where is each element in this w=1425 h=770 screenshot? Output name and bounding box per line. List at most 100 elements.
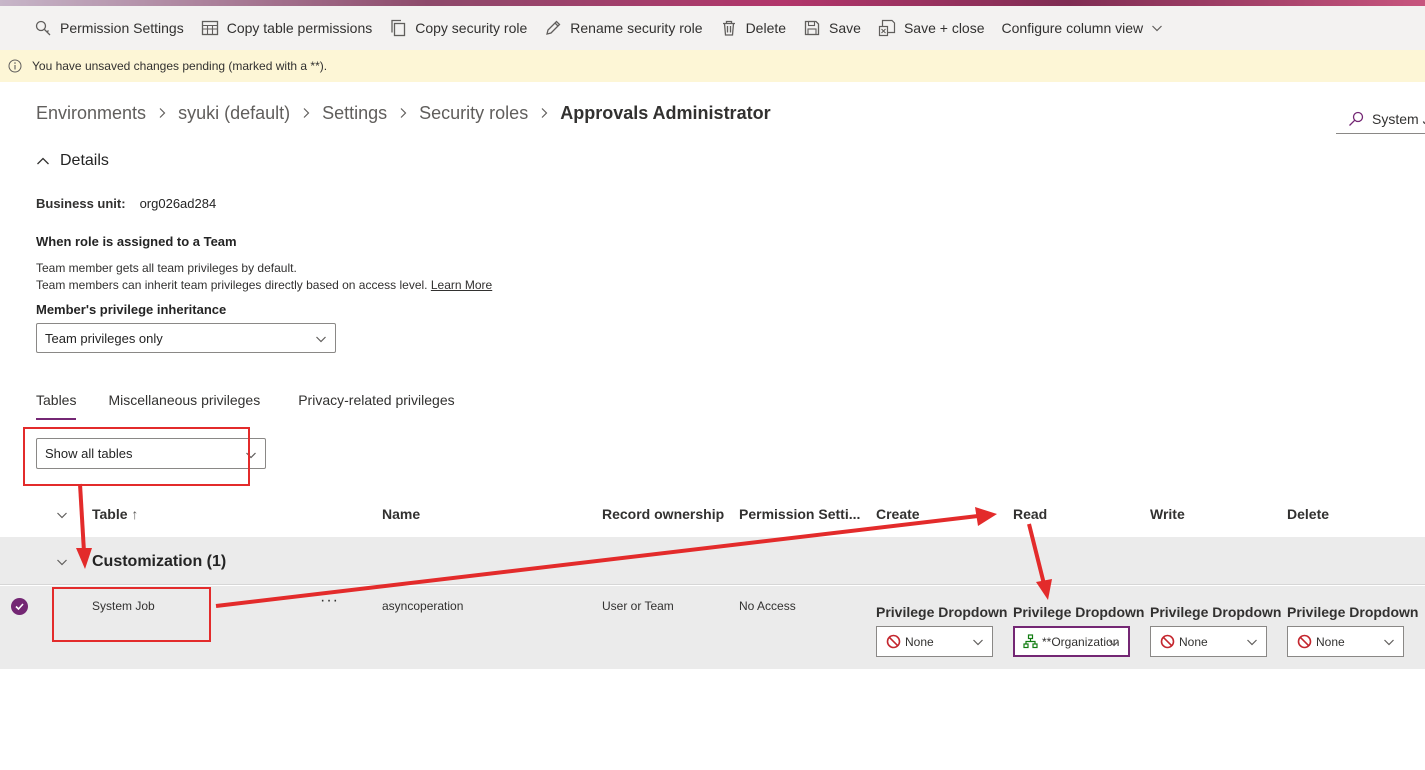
delete-privilege-value: None — [1316, 634, 1345, 649]
collapse-all-icon[interactable] — [56, 509, 68, 521]
details-toggle[interactable]: Details — [36, 152, 109, 170]
permission-settings-icon — [35, 20, 51, 36]
chevron-right-icon — [400, 108, 407, 118]
chevron-down-icon — [316, 336, 326, 343]
create-privilege-dropdown[interactable]: None — [876, 626, 993, 657]
inheritance-dropdown[interactable]: Team privileges only — [36, 323, 336, 353]
configure-column-view-label: Configure column view — [1001, 20, 1144, 36]
breadcrumb-settings[interactable]: Settings — [322, 103, 387, 124]
column-delete[interactable]: Delete — [1287, 506, 1329, 522]
row-permission-setting: No Access — [739, 599, 796, 613]
no-access-icon — [1160, 634, 1175, 649]
chevron-down-icon — [1152, 25, 1163, 32]
inheritance-label: Member's privilege inheritance — [36, 302, 227, 317]
write-privilege-label: Privilege Dropdown — [1150, 604, 1282, 620]
unsaved-changes-banner: You have unsaved changes pending (marked… — [0, 50, 1425, 82]
table-icon — [201, 20, 218, 36]
tab-miscellaneous-privileges[interactable]: Miscellaneous privileges — [108, 392, 260, 420]
column-create[interactable]: Create — [876, 506, 920, 522]
team-desc-line-2: Team members can inherit team privileges… — [36, 278, 428, 292]
delete-privilege-dropdown[interactable]: None — [1287, 626, 1404, 657]
chevron-down-icon — [1384, 639, 1394, 646]
chevron-down-icon — [973, 639, 983, 646]
team-assignment-title: When role is assigned to a Team — [36, 234, 237, 249]
column-name[interactable]: Name — [382, 506, 420, 522]
business-unit: Business unit: org026ad284 — [36, 196, 216, 211]
search-text: System J — [1372, 110, 1425, 127]
chevron-down-icon — [57, 559, 67, 566]
delete-label: Delete — [745, 20, 787, 36]
annotation-box-filter — [23, 427, 250, 486]
write-privilege: Privilege Dropdown None — [1150, 604, 1282, 657]
group-header[interactable]: Customization (1) — [0, 537, 1425, 585]
row-record-ownership: User or Team — [602, 599, 674, 613]
save-icon — [804, 20, 820, 36]
write-privilege-value: None — [1179, 634, 1208, 649]
permission-settings-label: Permission Settings — [60, 20, 184, 36]
breadcrumb-environment[interactable]: syuki (default) — [178, 103, 290, 124]
breadcrumb-environments[interactable]: Environments — [36, 103, 146, 124]
row-more-options[interactable]: ··· — [320, 592, 339, 610]
copy-table-permissions-label: Copy table permissions — [226, 20, 373, 36]
privilege-tabs: Tables Miscellaneous privileges Privacy-… — [36, 392, 493, 420]
tab-tables[interactable]: Tables — [36, 392, 77, 420]
breadcrumb-current: Approvals Administrator — [560, 102, 771, 123]
create-privilege: Privilege Dropdown None — [876, 604, 1007, 657]
search-icon — [1349, 111, 1364, 126]
learn-more-link[interactable]: Learn More — [431, 278, 492, 292]
business-unit-value: org026ad284 — [139, 196, 217, 211]
business-unit-label: Business unit: — [36, 196, 126, 211]
save-button[interactable]: Save — [803, 19, 861, 37]
grid-header: Table ↑ Name Record ownership Permission… — [0, 498, 1425, 532]
checkmark-icon — [15, 603, 24, 611]
trash-icon — [722, 20, 735, 36]
column-table[interactable]: Table ↑ — [92, 506, 138, 522]
column-record-ownership[interactable]: Record ownership — [602, 506, 724, 522]
row-logical-name: asyncoperation — [382, 599, 464, 613]
no-access-icon — [1297, 634, 1312, 649]
breadcrumb-security-roles[interactable]: Security roles — [419, 103, 528, 124]
column-permission-settings[interactable]: Permission Setti... — [739, 506, 860, 522]
delete-button[interactable]: Delete — [720, 19, 786, 37]
tab-privacy-related-privileges[interactable]: Privacy-related privileges — [298, 392, 454, 420]
breadcrumb: Environments syuki (default) Settings Se… — [36, 100, 771, 126]
search-input[interactable]: System J — [1336, 104, 1425, 134]
chevron-up-icon — [37, 157, 49, 165]
save-close-button[interactable]: Save + close — [878, 19, 985, 37]
delete-privilege: Privilege Dropdown None — [1287, 604, 1418, 657]
team-desc-line-1: Team member gets all team privileges by … — [36, 261, 297, 275]
copy-table-permissions-button[interactable]: Copy table permissions — [201, 19, 373, 37]
column-table-label: Table — [92, 506, 128, 522]
save-close-icon — [878, 19, 896, 37]
rename-security-role-button[interactable]: Rename security role — [544, 19, 703, 37]
inheritance-value: Team privileges only — [45, 330, 163, 346]
chevron-down-icon — [1247, 639, 1257, 646]
write-privilege-dropdown[interactable]: None — [1150, 626, 1267, 657]
read-privilege-label: Privilege Dropdown — [1013, 604, 1145, 620]
info-icon — [8, 59, 22, 73]
copy-icon — [391, 19, 406, 37]
row-selected-checkbox[interactable] — [11, 598, 28, 615]
sort-ascending-icon: ↑ — [131, 506, 139, 522]
unsaved-changes-text: You have unsaved changes pending (marked… — [32, 59, 328, 73]
team-assignment-description: Team member gets all team privileges by … — [36, 260, 492, 294]
copy-security-role-label: Copy security role — [415, 20, 528, 36]
details-title: Details — [60, 152, 109, 169]
chevron-down-icon — [1109, 640, 1119, 647]
save-close-label: Save + close — [903, 20, 985, 36]
rename-security-role-label: Rename security role — [570, 20, 703, 36]
chevron-right-icon — [541, 108, 548, 118]
create-privilege-value: None — [905, 634, 934, 649]
group-label: Customization (1) — [92, 553, 227, 570]
column-read[interactable]: Read — [1013, 506, 1047, 522]
permission-settings-button[interactable]: Permission Settings — [34, 19, 184, 37]
read-privilege-dropdown[interactable]: **Organization — [1013, 626, 1130, 657]
command-bar: Permission Settings Copy table permissio… — [0, 6, 1425, 50]
organization-icon — [1023, 634, 1038, 649]
no-access-icon — [886, 634, 901, 649]
chevron-right-icon — [159, 108, 166, 118]
copy-security-role-button[interactable]: Copy security role — [389, 19, 527, 37]
table-row[interactable]: System Job ··· asyncoperation User or Te… — [0, 586, 1425, 669]
configure-column-view-button[interactable]: Configure column view — [1002, 20, 1164, 36]
column-write[interactable]: Write — [1150, 506, 1185, 522]
